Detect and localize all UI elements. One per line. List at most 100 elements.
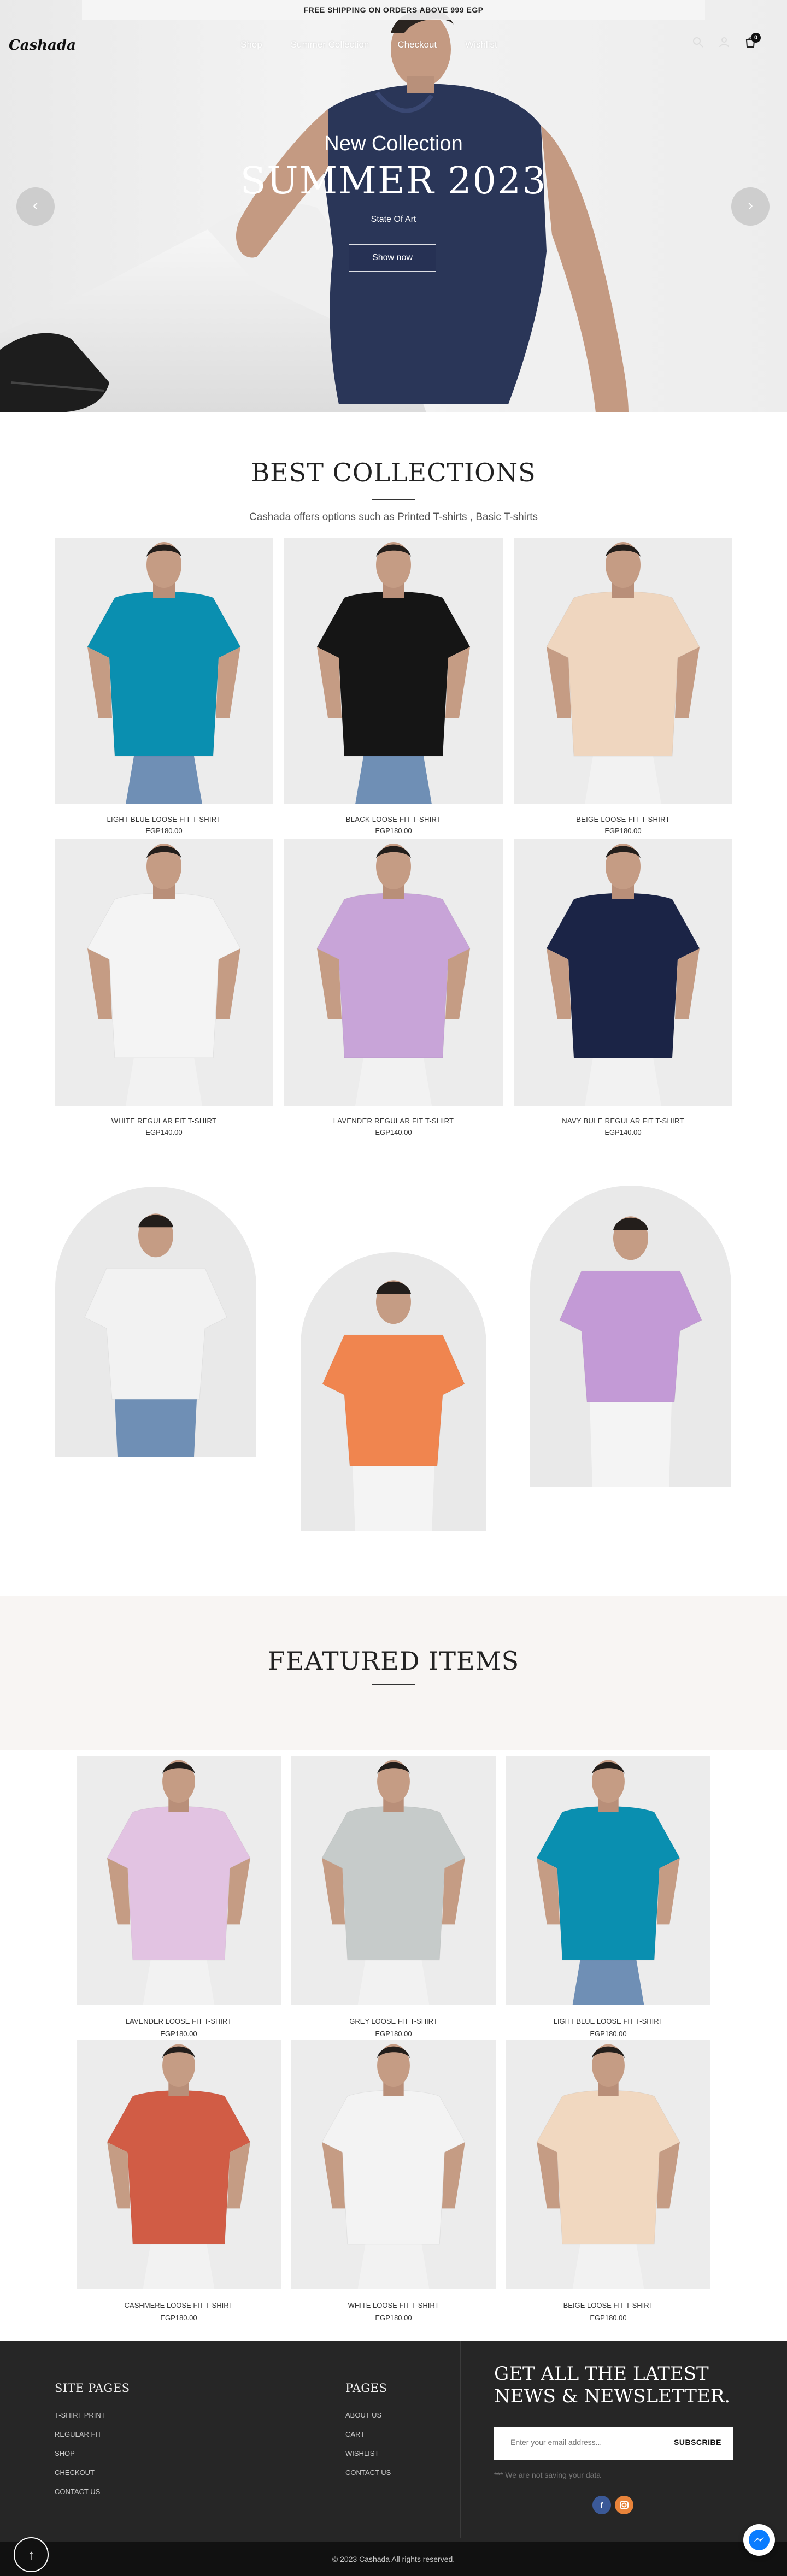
product-name[interactable]: BLACK LOOSE FIT T-SHIRT	[284, 815, 503, 823]
copyright-text: © 2023 Cashada All rights reserved.	[332, 2555, 455, 2563]
user-icon[interactable]	[718, 36, 730, 48]
product-card[interactable]: LAVENDER LOOSE FIT T-SHIRT EGP180.00	[77, 1756, 281, 2038]
pages-list: ABOUT US CART WISHLIST CONTACT US	[345, 2406, 391, 2482]
privacy-note: *** We are not saving your data	[494, 2471, 601, 2479]
nav-item-shop[interactable]: Shop	[240, 39, 262, 50]
newsletter-title: GET ALL THE LATEST NEWS & NEWSLETTER.	[494, 2363, 731, 2407]
product-price: EGP180.00	[160, 2030, 197, 2038]
model-figure	[316, 844, 471, 1106]
footer-link-cart[interactable]: CART	[345, 2425, 391, 2444]
lifestyle-image-2[interactable]	[301, 1252, 486, 1531]
footer-link-contact-us[interactable]: CONTACT US	[55, 2482, 105, 2501]
product-card[interactable]: CASHMERE LOOSE FIT T-SHIRT EGP180.00	[77, 2040, 281, 2322]
lifestyle-image-3[interactable]	[530, 1186, 731, 1487]
nav-item-summer-collection[interactable]: Summer Collection	[291, 39, 369, 50]
product-name[interactable]: BEIGE LOOSE FIT T-SHIRT	[514, 815, 732, 823]
product-image[interactable]	[55, 839, 273, 1106]
back-to-top-button[interactable]: ↑	[14, 2537, 49, 2572]
product-image[interactable]	[506, 2040, 710, 2289]
model-figure	[107, 1760, 251, 2005]
product-name[interactable]: LAVENDER LOOSE FIT T-SHIRT	[77, 2017, 281, 2025]
model-figure	[87, 844, 241, 1106]
product-card[interactable]: NAVY BULE REGULAR FIT T-SHIRT EGP140.00	[514, 839, 732, 1136]
model-figure	[321, 1760, 466, 2005]
search-icon[interactable]	[692, 36, 704, 48]
cart-icon[interactable]: 0	[744, 33, 761, 48]
footer-link-shop[interactable]: SHOP	[55, 2444, 105, 2463]
product-name[interactable]: CASHMERE LOOSE FIT T-SHIRT	[77, 2301, 281, 2309]
best-collections-description: Cashada offers options such as Printed T…	[249, 511, 538, 523]
product-name[interactable]: WHITE LOOSE FIT T-SHIRT	[291, 2301, 496, 2309]
site-logo[interactable]: Cashada	[9, 37, 76, 54]
footer-link-regular-fit[interactable]: REGULAR FIT	[55, 2425, 105, 2444]
product-name[interactable]: NAVY BULE REGULAR FIT T-SHIRT	[514, 1117, 732, 1125]
product-price: EGP180.00	[590, 2314, 627, 2322]
email-field[interactable]	[510, 2438, 653, 2447]
best-collections-title: BEST COLLECTIONS	[251, 458, 536, 487]
hero-tagline: State Of Art	[371, 215, 416, 224]
hero-subtitle: New Collection	[324, 132, 463, 155]
model-figure	[559, 1216, 702, 1487]
site-footer: SITE PAGES T-SHIRT PRINT REGULAR FIT SHO…	[0, 2341, 787, 2576]
instagram-icon[interactable]	[615, 2496, 633, 2514]
product-price: EGP180.00	[160, 2314, 197, 2322]
product-name[interactable]: GREY LOOSE FIT T-SHIRT	[291, 2017, 496, 2025]
cart-count-badge: 0	[751, 33, 761, 43]
site-pages-list: T-SHIRT PRINT REGULAR FIT SHOP CHECKOUT …	[55, 2406, 105, 2501]
product-name[interactable]: LIGHT BLUE LOOSE FIT T-SHIRT	[55, 815, 273, 823]
lifestyle-image-1[interactable]	[55, 1187, 256, 1457]
product-price: EGP180.00	[375, 2030, 412, 2038]
model-figure	[322, 1280, 465, 1531]
product-price: EGP180.00	[145, 827, 183, 835]
footer-link-checkout[interactable]: CHECKOUT	[55, 2463, 105, 2482]
product-card[interactable]: BEIGE LOOSE FIT T-SHIRT EGP180.00	[506, 2040, 710, 2322]
subscribe-button[interactable]: SUBSCRIBE	[674, 2438, 721, 2447]
nav-item-checkout[interactable]: Checkout	[397, 39, 437, 50]
footer-link-about-us[interactable]: ABOUT US	[345, 2406, 391, 2425]
product-name[interactable]: WHITE REGULAR FIT T-SHIRT	[55, 1117, 273, 1125]
show-now-button[interactable]: Show now	[349, 244, 436, 272]
product-card[interactable]: LIGHT BLUE LOOSE FIT T-SHIRT EGP180.00	[506, 1756, 710, 2038]
product-image[interactable]	[284, 538, 503, 804]
product-image[interactable]	[514, 839, 732, 1106]
product-card[interactable]: WHITE LOOSE FIT T-SHIRT EGP180.00	[291, 2040, 496, 2322]
newsletter-form: SUBSCRIBE	[494, 2427, 733, 2460]
chevron-right-icon[interactable]: ›	[731, 187, 770, 226]
chevron-left-icon[interactable]: ‹	[16, 187, 55, 226]
product-image[interactable]	[291, 2040, 496, 2289]
model-figure	[536, 2044, 680, 2289]
product-card[interactable]: WHITE REGULAR FIT T-SHIRT EGP140.00	[55, 839, 273, 1136]
model-figure	[316, 542, 471, 804]
nav-item-wishlist[interactable]: Wishlist	[465, 39, 497, 50]
product-price: EGP180.00	[375, 827, 412, 835]
free-shipping-bar: FREE SHIPPING ON ORDERS ABOVE 999 EGP	[82, 0, 705, 20]
product-name[interactable]: BEIGE LOOSE FIT T-SHIRT	[506, 2301, 710, 2309]
product-card[interactable]: GREY LOOSE FIT T-SHIRT EGP180.00	[291, 1756, 496, 2038]
model-figure	[546, 542, 700, 804]
product-card[interactable]: BEIGE LOOSE FIT T-SHIRT EGP180.00	[514, 538, 732, 835]
product-image[interactable]	[77, 1756, 281, 2005]
facebook-icon[interactable]: f	[592, 2496, 611, 2514]
product-image[interactable]	[291, 1756, 496, 2005]
footer-link-tshirt-print[interactable]: T-SHIRT PRINT	[55, 2406, 105, 2425]
product-image[interactable]	[55, 538, 273, 804]
messenger-chat-button[interactable]	[743, 2524, 775, 2556]
hero-model-image	[0, 9, 629, 412]
product-image[interactable]	[506, 1756, 710, 2005]
model-figure	[536, 1760, 680, 2005]
product-image[interactable]	[77, 2040, 281, 2289]
product-image[interactable]	[514, 538, 732, 804]
model-figure	[87, 542, 241, 804]
footer-link-contact[interactable]: CONTACT US	[345, 2463, 391, 2482]
footer-link-wishlist[interactable]: WISHLIST	[345, 2444, 391, 2463]
product-name[interactable]: LIGHT BLUE LOOSE FIT T-SHIRT	[506, 2017, 710, 2025]
section-divider	[372, 499, 415, 500]
product-image[interactable]	[284, 839, 503, 1106]
messenger-icon	[749, 2530, 770, 2550]
product-card[interactable]: LAVENDER REGULAR FIT T-SHIRT EGP140.00	[284, 839, 503, 1136]
model-figure	[107, 2044, 251, 2289]
product-card[interactable]: LIGHT BLUE LOOSE FIT T-SHIRT EGP180.00	[55, 538, 273, 835]
product-price: EGP180.00	[590, 2030, 627, 2038]
product-card[interactable]: BLACK LOOSE FIT T-SHIRT EGP180.00	[284, 538, 503, 835]
product-name[interactable]: LAVENDER REGULAR FIT T-SHIRT	[284, 1117, 503, 1125]
